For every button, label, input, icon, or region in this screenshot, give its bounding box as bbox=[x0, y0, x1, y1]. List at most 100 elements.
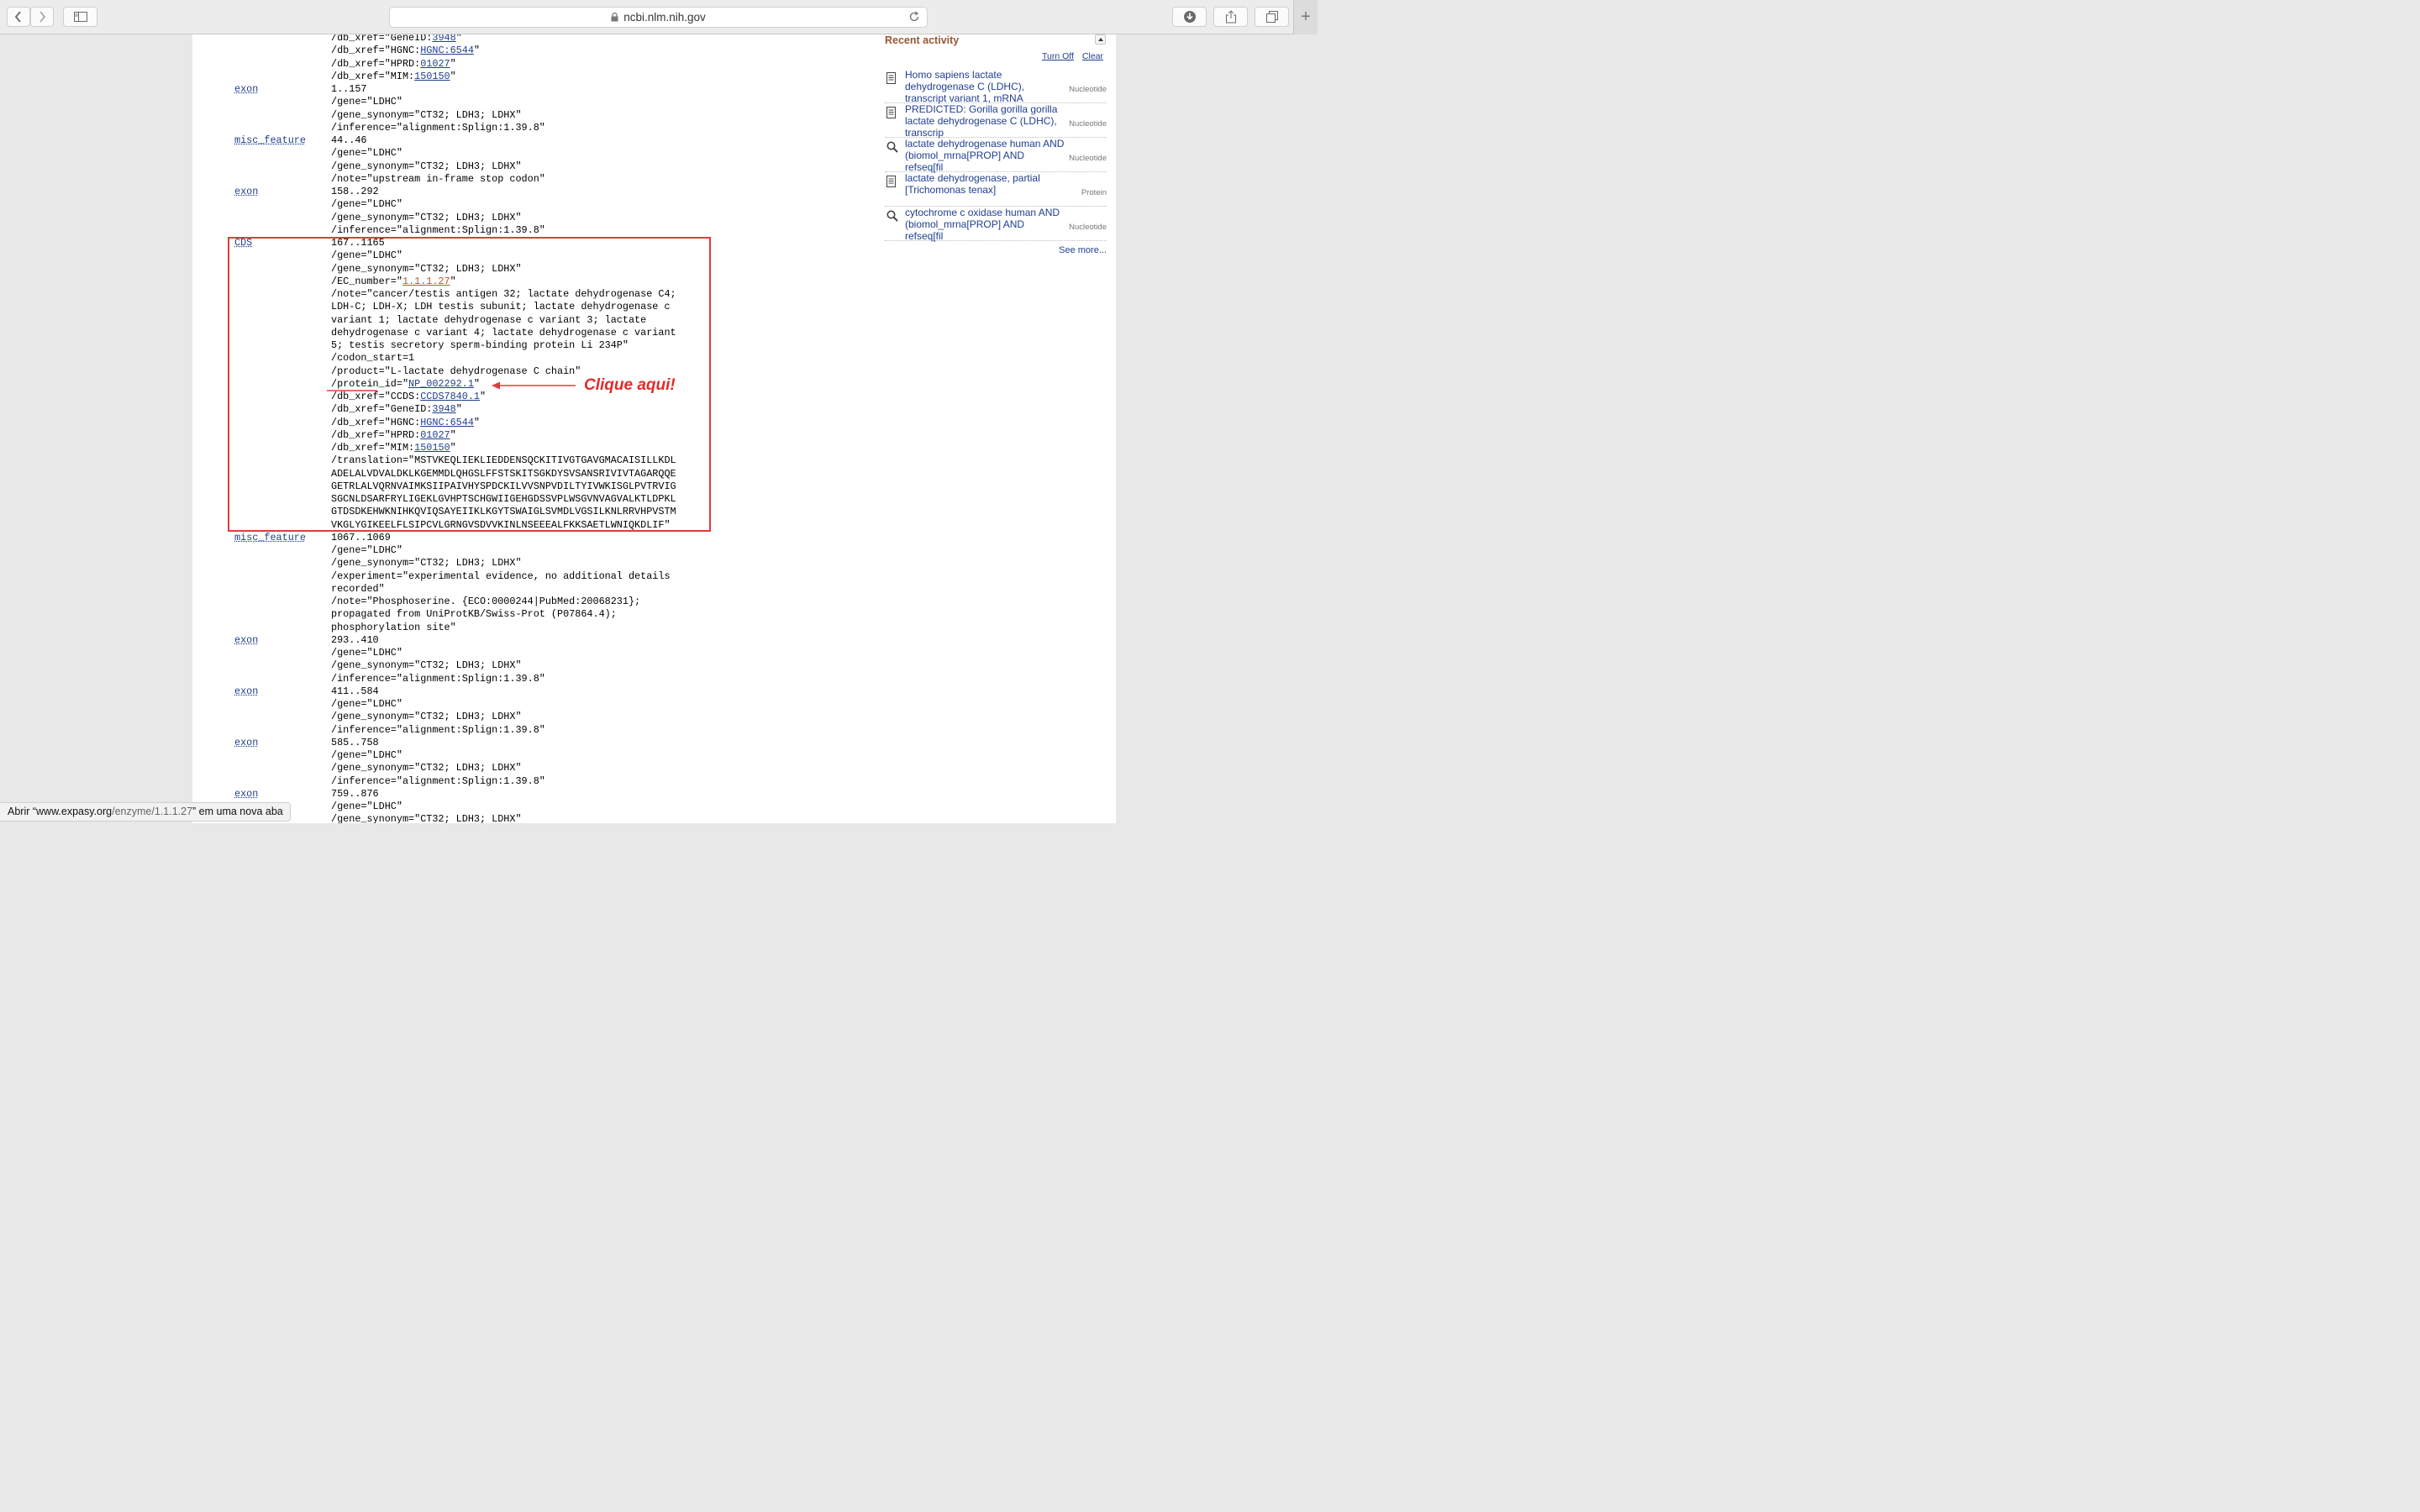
qualifier-line: /gene_synonym="CT32; LDH3; LDHX" bbox=[331, 557, 522, 570]
search-icon bbox=[886, 210, 898, 226]
db-xref-link[interactable]: 3948 bbox=[432, 34, 455, 44]
recent-activity-link[interactable]: Homo sapiens lactate dehydrogenase C (LD… bbox=[905, 69, 1065, 104]
db-xref-link[interactable]: 150150 bbox=[414, 71, 450, 82]
document-icon bbox=[886, 107, 897, 123]
qualifier-line: /inference="alignment:Splign:1.39.8" bbox=[331, 122, 545, 134]
plus-icon: + bbox=[1301, 8, 1311, 26]
database-label: Nucleotide bbox=[1069, 154, 1107, 163]
status-suffix: ” em uma nova aba bbox=[192, 806, 283, 817]
qualifier-text: /gene="LDHC" bbox=[331, 749, 402, 761]
feature-key-link[interactable]: exon bbox=[234, 685, 258, 698]
feature-location: 293..410 bbox=[331, 634, 379, 647]
qualifier-text: /gene="LDHC" bbox=[331, 698, 402, 710]
qualifier-text: /gene_synonym="CT32; LDH3; LDHX" bbox=[331, 108, 522, 121]
qualifier-line: /inference="alignment:Splign:1.39.8" bbox=[331, 673, 545, 685]
new-tab-button[interactable]: + bbox=[1293, 0, 1318, 34]
back-button[interactable] bbox=[7, 7, 30, 27]
chevron-right-icon bbox=[39, 11, 46, 23]
feature-location: 1..157 bbox=[331, 83, 366, 96]
qualifier-line: phosphorylation site" bbox=[331, 622, 456, 634]
tabs-overview-button[interactable] bbox=[1255, 7, 1289, 27]
recent-activity-link[interactable]: lactate dehydrogenase human AND (biomol_… bbox=[905, 138, 1065, 173]
qualifier-text: /inference="alignment:Splign:1.39.8" bbox=[331, 723, 545, 736]
qualifier-line: /gene="LDHC" bbox=[331, 198, 402, 211]
qualifier-text: /inference="alignment:Splign:1.39.8" bbox=[331, 672, 545, 685]
qualifier-text: /inference="alignment:Splign:1.39.8" bbox=[331, 774, 545, 787]
feature-key-link[interactable]: exon bbox=[234, 788, 258, 801]
qualifier-text: 411..584 bbox=[331, 685, 379, 697]
feature-key-link[interactable]: exon bbox=[234, 737, 258, 749]
qualifier-line: /gene_synonym="CT32; LDH3; LDHX" bbox=[331, 212, 522, 224]
qualifier-end: " bbox=[455, 34, 462, 44]
qualifier-text: 44..46 bbox=[331, 134, 367, 146]
database-label: Protein bbox=[1081, 188, 1107, 197]
share-button[interactable] bbox=[1213, 7, 1248, 27]
feature-location: 158..292 bbox=[331, 186, 379, 198]
qualifier-text: /note="upstream in-frame stop codon" bbox=[331, 172, 545, 185]
document-icon bbox=[886, 72, 897, 88]
status-path: /enzyme/1.1.1.27 bbox=[112, 806, 193, 817]
qualifier-text: /gene="LDHC" bbox=[331, 198, 402, 211]
qualifier-line: /db_xref="MIM:150150" bbox=[331, 71, 456, 83]
tabs-icon bbox=[1265, 11, 1278, 23]
database-label: Nucleotide bbox=[1069, 119, 1107, 129]
see-more-link[interactable]: See more... bbox=[1059, 245, 1107, 255]
feature-key-link[interactable]: misc_feature bbox=[234, 532, 306, 544]
address-bar[interactable]: ncbi.nlm.nih.gov bbox=[389, 7, 928, 28]
clear-link[interactable]: Clear bbox=[1082, 51, 1103, 61]
qualifier-line: /gene="LDHC" bbox=[331, 801, 402, 813]
window-background bbox=[1116, 34, 1318, 823]
qualifier-line: /db_xref="GeneID:3948" bbox=[331, 34, 462, 45]
recent-activity-title: Recent activity bbox=[885, 34, 960, 46]
activity-controls: Turn Off Clear bbox=[1034, 51, 1103, 61]
qualifier-line: /note="upstream in-frame stop codon" bbox=[331, 173, 545, 186]
qualifier-text: propagated from UniProtKB/Swiss-Prot (P0… bbox=[331, 608, 617, 621]
qualifier-text: /gene_synonym="CT32; LDH3; LDHX" bbox=[331, 711, 522, 723]
qualifier-text: /gene="LDHC" bbox=[331, 647, 402, 659]
database-label: Nucleotide bbox=[1069, 85, 1107, 94]
recent-activity-link[interactable]: PREDICTED: Gorilla gorilla gorilla lacta… bbox=[905, 103, 1065, 139]
collapse-toggle-button[interactable] bbox=[1095, 34, 1106, 45]
feature-key-link[interactable]: exon bbox=[234, 83, 258, 96]
reload-icon[interactable] bbox=[908, 11, 920, 23]
feature-location: 1067..1069 bbox=[331, 532, 391, 544]
recent-activity-link[interactable]: cytochrome c oxidase human AND (biomol_m… bbox=[905, 207, 1065, 242]
recent-activity-item: lactate dehydrogenase human AND (biomol_… bbox=[885, 138, 1107, 173]
ncbi-page: /db_xref="GeneID:3948"/db_xref="HGNC:HGN… bbox=[192, 34, 1116, 823]
qualifier-end: " bbox=[473, 45, 481, 57]
status-prefix: Abrir “ bbox=[8, 806, 37, 817]
qualifier-text: /db_xref="GeneID: bbox=[331, 34, 433, 44]
qualifier-text: /gene="LDHC" bbox=[331, 96, 402, 108]
recent-activity-link[interactable]: lactate dehydrogenase, partial [Trichomo… bbox=[905, 172, 1065, 196]
downloads-button[interactable] bbox=[1172, 7, 1207, 27]
qualifier-text: /gene_synonym="CT32; LDH3; LDHX" bbox=[331, 813, 522, 823]
feature-key-link[interactable]: exon bbox=[234, 634, 258, 647]
feature-location: 759..876 bbox=[331, 788, 379, 801]
qualifier-line: /gene_synonym="CT32; LDH3; LDHX" bbox=[331, 813, 522, 823]
qualifier-text: /db_xref="MIM: bbox=[331, 70, 415, 82]
turn-off-link[interactable]: Turn Off bbox=[1042, 51, 1074, 61]
forward-button[interactable] bbox=[30, 7, 54, 27]
qualifier-line: /gene_synonym="CT32; LDH3; LDHX" bbox=[331, 659, 522, 672]
qualifier-text: 158..292 bbox=[331, 186, 379, 197]
url-text: ncbi.nlm.nih.gov bbox=[623, 11, 706, 24]
qualifier-line: /gene="LDHC" bbox=[331, 544, 402, 557]
sidebar-toggle-button[interactable] bbox=[63, 7, 97, 27]
qualifier-text: /gene_synonym="CT32; LDH3; LDHX" bbox=[331, 557, 522, 570]
feature-key-link[interactable]: exon bbox=[234, 186, 258, 198]
db-xref-link[interactable]: HGNC:6544 bbox=[420, 45, 474, 56]
qualifier-line: /gene_synonym="CT32; LDH3; LDHX" bbox=[331, 711, 522, 723]
qualifier-text: 585..758 bbox=[331, 736, 379, 748]
qualifier-end: " bbox=[450, 57, 456, 70]
database-label: Nucleotide bbox=[1069, 223, 1107, 232]
feature-location: 411..584 bbox=[331, 685, 379, 698]
qualifier-text: /gene_synonym="CT32; LDH3; LDHX" bbox=[331, 160, 522, 172]
qualifier-text: /gene="LDHC" bbox=[331, 147, 402, 160]
qualifier-text: 293..410 bbox=[331, 633, 379, 646]
qualifier-line: /experiment="experimental evidence, no a… bbox=[331, 570, 671, 583]
recent-activity-item: cytochrome c oxidase human AND (biomol_m… bbox=[885, 207, 1107, 242]
feature-key-link[interactable]: misc_feature bbox=[234, 134, 306, 147]
db-xref-link[interactable]: 01027 bbox=[420, 58, 450, 70]
qualifier-line: /gene_synonym="CT32; LDH3; LDHX" bbox=[331, 762, 522, 774]
qualifier-text: /gene_synonym="CT32; LDH3; LDHX" bbox=[331, 211, 522, 223]
